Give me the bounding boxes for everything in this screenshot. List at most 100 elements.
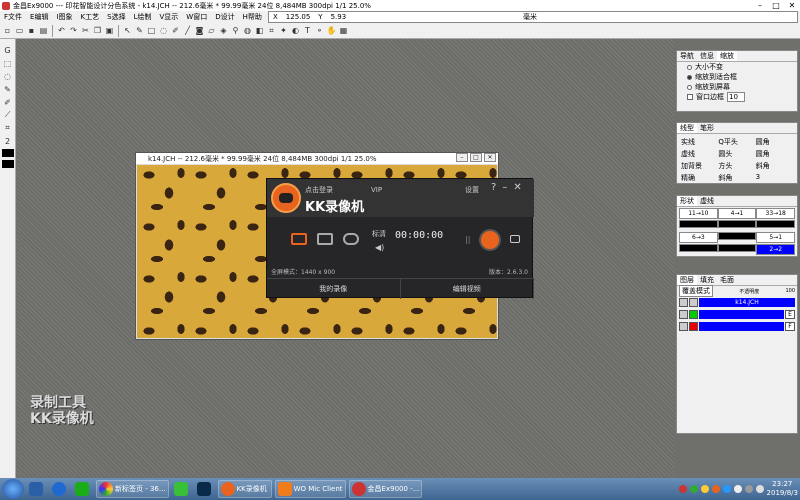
line-option[interactable]: Q平头: [718, 137, 755, 147]
pen-icon[interactable]: ✎: [134, 25, 145, 36]
menu-view[interactable]: V显示: [156, 12, 183, 22]
kk-minimize-icon[interactable]: –: [502, 182, 507, 193]
tab-line-type[interactable]: 线型: [677, 123, 697, 133]
save-icon[interactable]: ▪: [26, 25, 37, 36]
line-option[interactable]: 加背景: [681, 161, 718, 171]
region-mode-icon[interactable]: [317, 233, 333, 245]
radio-icon[interactable]: [687, 84, 692, 90]
menu-design[interactable]: D设计: [211, 12, 238, 22]
border-value-input[interactable]: 10: [727, 92, 745, 102]
new-file-icon[interactable]: ▫: [2, 25, 13, 36]
line-option[interactable]: 圆角: [756, 149, 793, 159]
foreground-color-swatch[interactable]: [1, 149, 14, 157]
shape-cell[interactable]: [679, 244, 718, 252]
radio-icon[interactable]: [687, 64, 692, 70]
pause-icon[interactable]: ||: [465, 235, 470, 244]
layer-name[interactable]: [699, 310, 784, 319]
menu-select[interactable]: S选择: [103, 12, 129, 22]
line-option[interactable]: 斜角: [756, 161, 793, 171]
fill-icon[interactable]: ◈: [218, 25, 229, 36]
vip-badge[interactable]: VIP: [371, 186, 382, 194]
shape-cell[interactable]: 6→3: [679, 232, 718, 243]
menu-edit[interactable]: E编辑: [26, 12, 52, 22]
line-option[interactable]: 圆头: [718, 149, 755, 159]
menu-draw[interactable]: L绘制: [130, 12, 156, 22]
taskbar-item-ex9000[interactable]: 金昌Ex9000 -...: [348, 480, 423, 498]
login-link[interactable]: 点击登录: [305, 185, 333, 195]
brush-icon[interactable]: ✐: [170, 25, 181, 36]
taskbar-item[interactable]: [195, 480, 215, 498]
tab-zoom[interactable]: 缩放: [717, 51, 737, 61]
tray-icon[interactable]: [678, 485, 687, 493]
shape-cell[interactable]: [717, 244, 757, 252]
undo-icon[interactable]: ↶: [56, 25, 67, 36]
palette-icon[interactable]: ◐: [290, 25, 301, 36]
kk-close-icon[interactable]: ✕: [513, 182, 521, 193]
shape-cell[interactable]: [717, 220, 757, 228]
copy-icon[interactable]: ❐: [92, 25, 103, 36]
layer-color-swatch[interactable]: [689, 322, 698, 331]
settings-link[interactable]: 设置: [465, 185, 479, 195]
my-recordings-button[interactable]: 我的录像: [267, 279, 401, 299]
zoom-option-fit[interactable]: 缩放到适合框: [677, 72, 797, 82]
text-icon[interactable]: T: [302, 25, 313, 36]
taskbar-item[interactable]: [172, 480, 192, 498]
visibility-eye-icon[interactable]: [679, 310, 688, 319]
print-icon[interactable]: ▤: [38, 25, 49, 36]
layer-name[interactable]: k14.JCH: [699, 298, 795, 307]
shape-cell[interactable]: 2→2: [756, 244, 796, 255]
doc-minimize-button[interactable]: –: [456, 153, 468, 162]
line-option[interactable]: 精确: [681, 173, 718, 183]
lasso-icon[interactable]: ◌: [158, 25, 169, 36]
layer-color-swatch[interactable]: [689, 310, 698, 319]
tray-icon[interactable]: [711, 485, 720, 493]
layer-row[interactable]: k14.JCH: [679, 297, 795, 308]
cut-icon[interactable]: ✂: [80, 25, 91, 36]
visibility-eye-icon[interactable]: [679, 322, 688, 331]
window-border-option[interactable]: 窗口边框 10: [677, 92, 797, 102]
grid-icon[interactable]: ▦: [338, 25, 349, 36]
tray-icon[interactable]: [689, 485, 698, 493]
tray-icon[interactable]: [733, 485, 742, 493]
line-icon[interactable]: ╱: [182, 25, 193, 36]
quality-label[interactable]: 标清: [372, 229, 386, 239]
tab-dash[interactable]: 虚线: [697, 196, 717, 206]
shape-cell[interactable]: [717, 232, 757, 240]
help-icon[interactable]: ?: [491, 182, 496, 193]
blur-icon[interactable]: ◍: [242, 25, 253, 36]
menu-image[interactable]: I图象: [52, 12, 76, 22]
menu-help[interactable]: H帮助: [239, 12, 266, 22]
line-option[interactable]: 虚线: [681, 149, 718, 159]
screenshot-camera-icon[interactable]: [510, 235, 520, 243]
taskbar-item[interactable]: [73, 480, 93, 498]
taskbar-item[interactable]: [50, 480, 70, 498]
taskbar-item-wo-mic[interactable]: WO Mic Client: [274, 480, 346, 498]
open-file-icon[interactable]: ▭: [14, 25, 25, 36]
tab-shape[interactable]: 形状: [677, 196, 697, 206]
rectangle-icon[interactable]: □: [146, 25, 157, 36]
redo-icon[interactable]: ↷: [68, 25, 79, 36]
tab-matte[interactable]: 毛面: [717, 275, 737, 285]
doc-maximize-button[interactable]: □: [470, 153, 482, 162]
menu-craft[interactable]: K工艺: [77, 12, 104, 22]
shape-cell[interactable]: 4→1: [717, 208, 757, 219]
zoom-option-screen[interactable]: 缩放到屏幕: [677, 82, 797, 92]
document-title-bar[interactable]: k14.JCH -- 212.6毫米 * 99.99毫米 24位 8,484MB…: [136, 153, 498, 164]
volume-tray-icon[interactable]: [755, 485, 764, 493]
line-tool-icon[interactable]: ⟋: [2, 110, 14, 120]
line-option[interactable]: 斜角: [718, 173, 755, 183]
edit-video-button[interactable]: 编辑视频: [401, 279, 534, 299]
minimize-button[interactable]: –: [752, 0, 768, 10]
radio-icon[interactable]: [687, 74, 692, 80]
close-button[interactable]: ✕: [784, 0, 800, 10]
size-value[interactable]: 2: [2, 136, 14, 146]
start-button[interactable]: [2, 479, 24, 499]
taskbar-item-kk[interactable]: KK录像机: [217, 480, 272, 498]
tab-layer[interactable]: 图层: [677, 275, 697, 285]
record-button[interactable]: [479, 229, 501, 251]
tab-navigate[interactable]: 导航: [677, 51, 697, 61]
zoom-option-fixed[interactable]: 大小不变: [677, 62, 797, 72]
tab-info[interactable]: 信息: [697, 51, 717, 61]
menu-file[interactable]: F文件: [0, 12, 26, 22]
volume-icon[interactable]: ◀): [375, 243, 384, 252]
